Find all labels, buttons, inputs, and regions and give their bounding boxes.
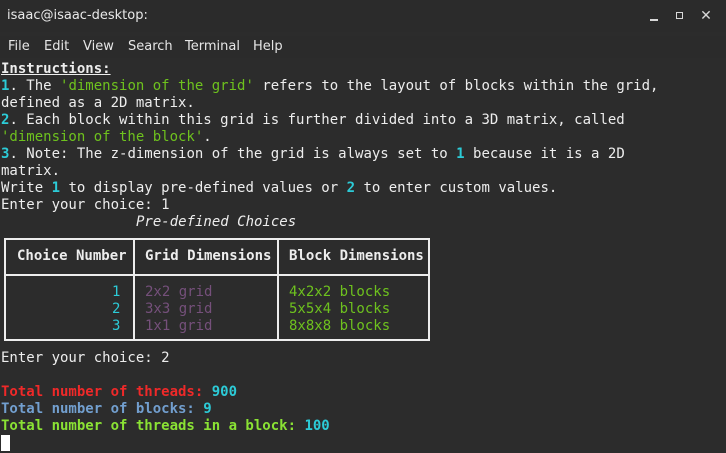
- instruction-2-cont: 'dimension of the block'.: [1, 129, 212, 146]
- instruction-3-text: . Note: The z-dimension of the grid is a…: [9, 146, 457, 162]
- table-header-block: Block Dimensions: [289, 248, 424, 264]
- threads-per-block-value: 100: [304, 418, 330, 434]
- total-blocks-label: Total number of blocks:: [1, 401, 204, 417]
- grid-dimension-term: 'dimension of the grid': [60, 78, 254, 94]
- instruction-3-rest: because it is a 2D: [464, 146, 625, 162]
- threads-per-block-line: Total number of threads in a block: 100: [1, 418, 330, 435]
- row-2-grid: 3x3 grid: [145, 301, 213, 317]
- table-header-grid: Grid Dimensions: [145, 248, 272, 264]
- instruction-1-rest: refers to the layout of blocks within th…: [253, 78, 659, 94]
- terminal-window: isaac@isaac-desktop: ✕ File Edit View Se…: [0, 0, 726, 453]
- menu-terminal[interactable]: Terminal: [185, 39, 240, 54]
- total-threads-label: Total number of threads:: [1, 384, 212, 400]
- menu-file[interactable]: File: [8, 39, 30, 54]
- table-title: Pre-defined Choices: [136, 214, 297, 230]
- instruction-2-end: .: [203, 129, 212, 145]
- instruction-2-text: . Each block within this grid is further…: [9, 112, 625, 128]
- row-1-block: 4x2x2 blocks: [289, 284, 391, 300]
- block-dimension-term: 'dimension of the block': [1, 129, 204, 145]
- menu-edit[interactable]: Edit: [44, 39, 69, 54]
- write-instruction: Write 1 to display pre-defined values or…: [1, 180, 557, 197]
- maximize-icon[interactable]: [672, 8, 688, 24]
- choice-prompt-2: Enter your choice: 2: [1, 350, 170, 366]
- title-bar[interactable]: isaac@isaac-desktop: ✕: [0, 0, 726, 32]
- table-column-divider: [277, 240, 279, 339]
- instruction-3: 3. Note: The z-dimension of the grid is …: [1, 146, 625, 163]
- row-3-grid: 1x1 grid: [145, 318, 213, 334]
- close-icon[interactable]: ✕: [698, 8, 714, 24]
- row-2-block: 5x5x4 blocks: [289, 301, 391, 317]
- table-header-divider: [6, 274, 428, 276]
- row-1-grid: 2x2 grid: [145, 284, 213, 300]
- z-dimension-value: 1: [456, 146, 465, 162]
- option-2: 2: [346, 180, 356, 196]
- menu-view[interactable]: View: [83, 39, 114, 54]
- row-2-choice: 2: [112, 301, 121, 317]
- instruction-1-cont: defined as a 2D matrix.: [1, 95, 195, 111]
- choices-table: Choice Number Grid Dimensions Block Dime…: [4, 238, 430, 341]
- instruction-1-text: . The: [9, 78, 61, 94]
- total-threads-value: 900: [211, 384, 238, 400]
- table-header-choice: Choice Number: [17, 248, 127, 264]
- terminal-output[interactable]: Instructions: 1. The 'dimension of the g…: [0, 60, 718, 453]
- minimize-icon[interactable]: [646, 8, 662, 24]
- option-1: 1: [51, 180, 61, 196]
- write-pre: Write: [1, 180, 52, 196]
- instruction-2: 2. Each block within this grid is furthe…: [1, 112, 625, 129]
- write-mid: to display pre-defined values or: [60, 180, 347, 196]
- write-post: to enter custom values.: [355, 180, 558, 196]
- row-3-block: 8x8x8 blocks: [289, 318, 391, 334]
- total-blocks-value: 9: [203, 401, 212, 417]
- menu-search[interactable]: Search: [128, 39, 173, 54]
- table-column-divider: [133, 240, 135, 339]
- terminal-cursor: [1, 435, 10, 451]
- row-1-choice: 1: [112, 284, 121, 300]
- window-title: isaac@isaac-desktop:: [7, 8, 148, 23]
- scrollbar[interactable]: [718, 60, 726, 453]
- menu-help[interactable]: Help: [253, 39, 283, 54]
- menu-bar: File Edit View Search Terminal Help: [0, 36, 726, 58]
- instructions-heading: Instructions:: [1, 61, 111, 77]
- instruction-3-cont: matrix.: [1, 163, 61, 179]
- instruction-1: 1. The 'dimension of the grid' refers to…: [1, 78, 658, 95]
- total-threads-line: Total number of threads: 900: [1, 384, 237, 401]
- total-blocks-line: Total number of blocks: 9: [1, 401, 212, 418]
- row-3-choice: 3: [112, 318, 121, 334]
- choice-prompt-1: Enter your choice: 1: [1, 197, 170, 213]
- threads-per-block-label: Total number of threads in a block:: [1, 418, 305, 434]
